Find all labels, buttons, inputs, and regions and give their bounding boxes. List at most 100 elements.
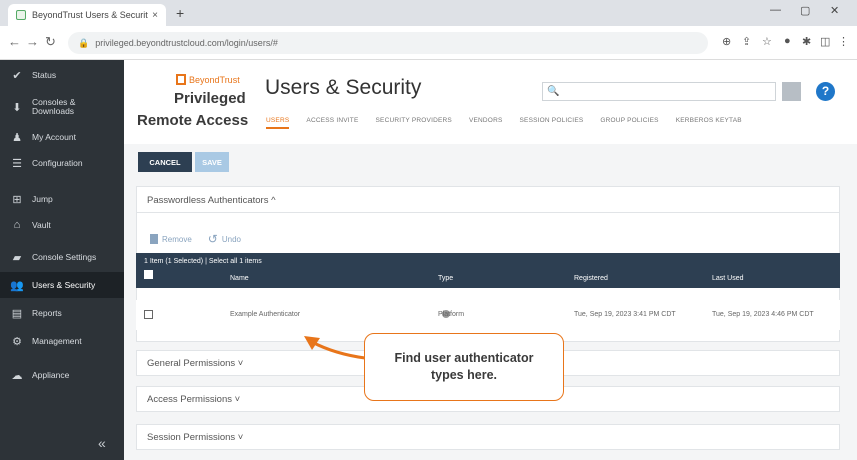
product-name-line2: Remote Access — [137, 112, 249, 129]
sidebar-item-my-account[interactable]: ♟ My Account — [0, 124, 124, 150]
zoom-icon[interactable]: ⊕ — [722, 35, 731, 48]
remove-button[interactable]: Remove — [150, 234, 192, 244]
sidebar-item-label: Appliance — [32, 370, 70, 380]
download-icon: ⬇ — [12, 101, 22, 114]
collapse-sidebar-icon[interactable]: « — [98, 435, 106, 451]
sidebar-item-vault[interactable]: ⌂ Vault — [0, 212, 124, 238]
vault-icon: ⌂ — [13, 219, 21, 231]
tab-access-invite[interactable]: ACCESS INVITE — [306, 117, 358, 129]
bookmark-star-icon[interactable]: ☆ — [762, 35, 772, 48]
status-icon: ✔ — [12, 69, 22, 82]
close-window-icon[interactable]: ✕ — [830, 4, 839, 17]
sidebar-item-label: Console Settings — [32, 252, 97, 262]
sidebar-item-label: Vault — [32, 220, 51, 230]
callout-annotation: Find user authenticator types here. — [364, 333, 564, 401]
sidebar-item-label: Users & Security — [32, 280, 96, 290]
save-button[interactable]: SAVE — [195, 152, 229, 172]
browser-tab-title: BeyondTrust Users & Security — [32, 10, 149, 20]
back-icon[interactable]: ← — [8, 34, 21, 49]
column-last-used[interactable]: Last Used — [712, 270, 744, 288]
brand-logo-icon — [176, 74, 186, 85]
profile-icon[interactable]: ⋮ — [838, 35, 849, 48]
share-icon[interactable]: ⇪ — [742, 35, 751, 48]
product-name-line1: Privileged — [174, 90, 246, 107]
help-icon[interactable]: ? — [816, 82, 835, 101]
sidebar-item-label: Reports — [32, 308, 62, 318]
management-icon: ⚙ — [12, 335, 22, 348]
appliance-icon: ☁ — [11, 369, 23, 382]
favicon-icon — [16, 10, 26, 20]
jump-icon: ⊞ — [12, 193, 22, 206]
sidebar-item-label: Consoles & Downloads — [32, 97, 76, 116]
session-permissions-panel[interactable]: Session Permissions ˅ — [136, 424, 840, 450]
reports-icon: ▤ — [11, 307, 23, 320]
session-permissions-header[interactable]: Session Permissions ˅ — [137, 425, 839, 449]
cancel-button[interactable]: CANCEL — [138, 152, 192, 172]
sidebar-item-configuration[interactable]: ☰ Configuration — [0, 150, 124, 176]
remove-label: Remove — [162, 234, 192, 244]
table-header: Name Type Registered Last Used — [136, 270, 840, 288]
column-registered[interactable]: Registered — [574, 270, 608, 288]
search-input[interactable]: 🔍 — [542, 82, 776, 101]
console-settings-icon: ▰ — [12, 251, 22, 264]
row-checkbox[interactable] — [144, 310, 153, 319]
sidebar-item-users-security[interactable]: 👥 Users & Security — [0, 272, 124, 298]
maximize-icon[interactable]: ▢ — [800, 4, 810, 17]
authenticator-last-used: Tue, Sep 19, 2023 4:46 PM CDT — [712, 311, 814, 318]
section-tabs: USERS ACCESS INVITE SECURITY PROVIDERS V… — [266, 117, 742, 129]
search-icon: 🔍 — [547, 86, 560, 97]
brand-logo: BeyondTrust — [176, 74, 240, 85]
tab-users[interactable]: USERS — [266, 117, 290, 129]
new-tab-button[interactable]: + — [176, 5, 184, 21]
puzzle-icon[interactable]: ✱ — [802, 35, 811, 48]
sidebar-item-status[interactable]: ✔ Status — [0, 62, 124, 88]
url-field[interactable]: 🔒 privileged.beyondtrustcloud.com/login/… — [68, 32, 708, 54]
url-text: privileged.beyondtrustcloud.com/login/us… — [95, 38, 278, 48]
sidebar-item-label: Status — [32, 70, 57, 80]
browser-tabstrip: BeyondTrust Users & Security × + — ▢ ✕ — [0, 0, 857, 26]
browser-tab[interactable]: BeyondTrust Users & Security × — [8, 4, 166, 26]
table-row[interactable]: Example Authenticator Platform Tue, Sep … — [136, 300, 840, 330]
sidebar-item-console-settings[interactable]: ▰ Console Settings — [0, 244, 124, 270]
authenticator-actions: Remove ↺ Undo — [150, 232, 241, 246]
selection-bar[interactable]: 1 Item (1 Selected) | Select all 1 items — [136, 253, 840, 270]
undo-icon: ↺ — [207, 232, 218, 246]
divider — [136, 212, 840, 213]
forward-icon[interactable]: → — [26, 34, 39, 49]
minimize-icon[interactable]: — — [770, 4, 781, 16]
reload-icon[interactable]: ↻ — [45, 34, 56, 50]
tab-group-policies[interactable]: GROUP POLICIES — [600, 117, 658, 129]
passwordless-header[interactable]: Passwordless Authenticators ^ — [137, 187, 839, 213]
extension-icon[interactable]: ● — [784, 35, 791, 47]
tab-kerberos-keytab[interactable]: KERBEROS KEYTAB — [676, 117, 742, 129]
tab-security-providers[interactable]: SECURITY PROVIDERS — [376, 117, 452, 129]
trash-icon — [150, 234, 158, 244]
configuration-icon: ☰ — [12, 157, 22, 170]
sidebar-item-management[interactable]: ⚙ Management — [0, 328, 124, 354]
authenticator-type: Platform — [438, 310, 465, 319]
sidebar-item-label: Jump — [32, 194, 53, 204]
sidebar-item-consoles[interactable]: ⬇ Consoles & Downloads — [0, 94, 124, 120]
authenticator-registered: Tue, Sep 19, 2023 3:41 PM CDT — [574, 311, 676, 318]
select-all-checkbox[interactable] — [144, 270, 153, 279]
search-button[interactable] — [782, 82, 801, 101]
tab-vendors[interactable]: VENDORS — [469, 117, 503, 129]
users-icon: 👥 — [10, 279, 24, 292]
sidebar-item-label: Configuration — [32, 158, 83, 168]
lock-icon: 🔒 — [78, 37, 90, 48]
sidebar-item-appliance[interactable]: ☁ Appliance — [0, 362, 124, 388]
brand-name: BeyondTrust — [189, 74, 240, 85]
tab-session-policies[interactable]: SESSION POLICIES — [520, 117, 584, 129]
undo-label: Undo — [221, 234, 241, 244]
sidebar-item-jump[interactable]: ⊞ Jump — [0, 186, 124, 212]
undo-button[interactable]: ↺ Undo — [208, 232, 241, 246]
column-type[interactable]: Type — [438, 270, 453, 288]
app-sidebar: ✔ Status ⬇ Consoles & Downloads ♟ My Acc… — [0, 60, 124, 460]
sidebar-item-label: My Account — [32, 132, 76, 142]
column-name[interactable]: Name — [230, 270, 249, 288]
sidebar-item-reports[interactable]: ▤ Reports — [0, 300, 124, 326]
callout-arrow-icon — [304, 336, 366, 360]
user-icon: ♟ — [12, 131, 22, 144]
sidepanel-icon[interactable]: ◫ — [820, 35, 830, 48]
close-tab-icon[interactable]: × — [152, 10, 158, 21]
